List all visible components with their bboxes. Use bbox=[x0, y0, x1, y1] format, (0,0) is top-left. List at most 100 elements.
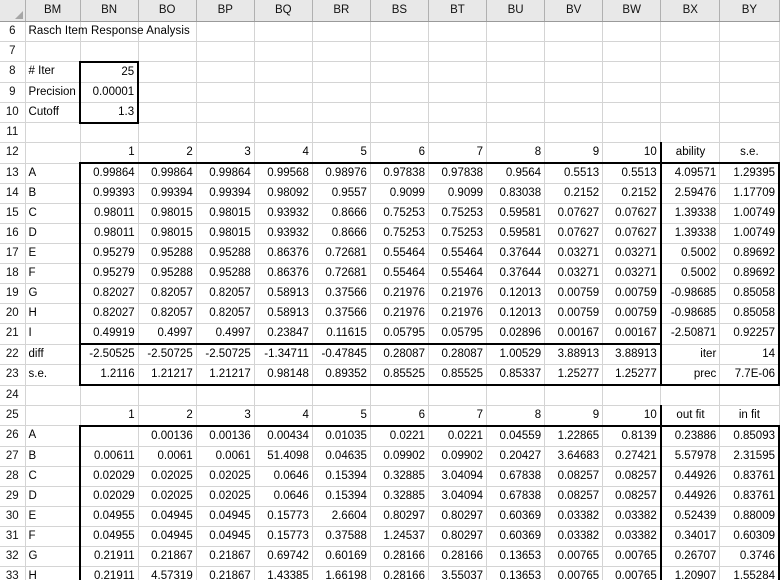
fit-cell[interactable]: 0.03382 bbox=[602, 506, 662, 527]
prob-cell[interactable]: -2.50725 bbox=[138, 343, 197, 365]
empty-cell[interactable] bbox=[428, 385, 488, 406]
row-header-13[interactable]: 13 bbox=[0, 163, 26, 184]
prob-cell[interactable]: 0.59581 bbox=[486, 223, 546, 244]
row-header-7[interactable]: 7 bbox=[0, 41, 26, 62]
empty-cell[interactable] bbox=[660, 21, 721, 42]
fit-cell[interactable]: 51.4098 bbox=[254, 446, 313, 467]
fit-cell[interactable]: 0.21911 bbox=[79, 546, 139, 567]
prob-col-header-7[interactable]: 7 bbox=[428, 142, 488, 164]
fit-cell[interactable]: 0.04635 bbox=[312, 446, 371, 467]
prob-row-label-h[interactable]: H bbox=[25, 303, 81, 324]
fit-row-label-f[interactable]: F bbox=[25, 526, 81, 547]
prob-cell[interactable]: 1.25277 bbox=[602, 364, 662, 386]
prob-cell[interactable]: 0.00167 bbox=[602, 323, 662, 345]
fit-cell[interactable]: 0.60309 bbox=[719, 526, 780, 547]
prob-cell[interactable]: 3.88913 bbox=[544, 343, 604, 365]
prob-cell[interactable]: 0.89352 bbox=[312, 364, 371, 386]
fit-cell[interactable]: 0.67838 bbox=[486, 486, 546, 507]
fit-cell[interactable]: 0.60369 bbox=[486, 526, 546, 547]
empty-cell[interactable] bbox=[138, 385, 197, 406]
fit-cell[interactable]: 2.31595 bbox=[719, 446, 780, 467]
prob-cell[interactable]: 0.82027 bbox=[79, 303, 139, 324]
prob-cell[interactable]: 0.82057 bbox=[196, 303, 255, 324]
empty-cell[interactable] bbox=[486, 61, 546, 83]
fit-cell[interactable]: 0.44926 bbox=[659, 466, 721, 487]
prob-cell[interactable]: 0.05795 bbox=[370, 323, 429, 345]
prob-cell[interactable]: 4.09571 bbox=[659, 162, 721, 184]
empty-cell[interactable] bbox=[80, 122, 139, 143]
prob-cell[interactable]: 0.07627 bbox=[602, 223, 662, 244]
prob-cell[interactable]: 1.17709 bbox=[719, 183, 780, 204]
empty-cell[interactable] bbox=[25, 41, 81, 62]
row-header-6[interactable]: 6 bbox=[0, 21, 26, 42]
prob-cell[interactable]: 0.4997 bbox=[196, 323, 255, 345]
fit-row-label-b[interactable]: B bbox=[25, 446, 81, 467]
fit-cell[interactable]: 0.15773 bbox=[254, 526, 313, 547]
prob-col-header-3[interactable]: 3 bbox=[196, 142, 255, 164]
prob-cell[interactable]: 0.9099 bbox=[370, 183, 429, 204]
fit-cell[interactable]: 0.13653 bbox=[486, 546, 546, 567]
fit-cell[interactable]: 0.09902 bbox=[370, 446, 429, 467]
empty-cell[interactable] bbox=[254, 102, 313, 123]
prob-cell[interactable]: 0.03271 bbox=[544, 263, 604, 284]
fit-cell[interactable]: 0.04945 bbox=[196, 526, 255, 547]
empty-cell[interactable] bbox=[196, 385, 255, 406]
fit-cell[interactable]: 3.64683 bbox=[544, 446, 604, 467]
prob-cell[interactable]: 0.55464 bbox=[370, 243, 429, 264]
prob-cell[interactable]: 0.55464 bbox=[370, 263, 429, 284]
fit-cell[interactable]: 0.69742 bbox=[254, 546, 313, 567]
fit-cell[interactable]: 0.3746 bbox=[719, 546, 780, 567]
fit-cell[interactable]: 0.00765 bbox=[544, 566, 604, 580]
prob-cell[interactable]: 0.28087 bbox=[428, 343, 488, 365]
empty-cell[interactable] bbox=[138, 41, 197, 62]
prob-cell[interactable]: 0.2152 bbox=[602, 183, 662, 204]
prob-cell[interactable]: -0.98685 bbox=[659, 303, 721, 324]
row-header-10[interactable]: 10 bbox=[0, 102, 26, 123]
empty-cell[interactable] bbox=[719, 21, 780, 42]
prob-cell[interactable]: 0.98015 bbox=[196, 203, 255, 224]
row-header-20[interactable]: 20 bbox=[0, 303, 26, 324]
prob-cell[interactable]: 0.37566 bbox=[312, 303, 371, 324]
prob-cell[interactable]: -2.50725 bbox=[196, 343, 255, 365]
prob-col-header-6[interactable]: 6 bbox=[370, 142, 429, 164]
prob-cell[interactable]: 0.05795 bbox=[428, 323, 488, 345]
fit-cell[interactable]: 4.57319 bbox=[138, 566, 197, 580]
column-header-bs[interactable]: BS bbox=[370, 0, 429, 22]
empty-cell[interactable] bbox=[660, 61, 721, 83]
fit-cell[interactable]: 0.15394 bbox=[312, 486, 371, 507]
prob-cell[interactable]: -0.47845 bbox=[312, 343, 371, 365]
column-header-bm[interactable]: BM bbox=[25, 0, 81, 22]
empty-cell[interactable] bbox=[486, 41, 546, 62]
fit-cell[interactable]: 0.09902 bbox=[428, 446, 488, 467]
fit-cell[interactable]: 0.21867 bbox=[196, 546, 255, 567]
fit-cell[interactable]: 0.00611 bbox=[79, 446, 139, 467]
prob-col-header-1[interactable]: 1 bbox=[80, 142, 139, 164]
prob-cell[interactable]: 0.4997 bbox=[138, 323, 197, 345]
prob-cell[interactable]: 0.8666 bbox=[312, 223, 371, 244]
fit-cell[interactable]: 0.32885 bbox=[370, 466, 429, 487]
fit-cell[interactable]: 0.08257 bbox=[602, 486, 662, 507]
empty-cell[interactable] bbox=[719, 41, 780, 62]
empty-cell[interactable] bbox=[138, 102, 197, 123]
fit-cell[interactable]: 0.00765 bbox=[602, 546, 662, 567]
row-header-21[interactable]: 21 bbox=[0, 323, 26, 345]
prob-cell[interactable]: 0.59581 bbox=[486, 203, 546, 224]
prob-cell[interactable]: 0.21976 bbox=[428, 283, 488, 304]
fit-cell[interactable]: 0.21867 bbox=[196, 566, 255, 580]
prob-cell[interactable]: 0.95279 bbox=[79, 263, 139, 284]
prob-cell[interactable]: 0.98976 bbox=[312, 162, 371, 184]
row-header-25[interactable]: 25 bbox=[0, 405, 26, 426]
fit-cell[interactable]: 0.03382 bbox=[544, 506, 604, 527]
empty-cell[interactable] bbox=[312, 122, 371, 143]
empty-cell[interactable] bbox=[25, 122, 81, 143]
empty-cell[interactable] bbox=[602, 82, 662, 103]
empty-cell[interactable] bbox=[312, 61, 371, 83]
empty-cell[interactable] bbox=[312, 41, 371, 62]
empty-cell[interactable] bbox=[544, 102, 604, 123]
prob-cell[interactable]: 0.98148 bbox=[254, 364, 313, 386]
empty-cell[interactable] bbox=[602, 385, 662, 406]
prob-cell[interactable]: 0.5513 bbox=[544, 162, 604, 184]
empty-cell[interactable] bbox=[602, 21, 662, 42]
empty-cell[interactable] bbox=[544, 21, 604, 42]
prob-row-label-e[interactable]: E bbox=[25, 243, 81, 264]
